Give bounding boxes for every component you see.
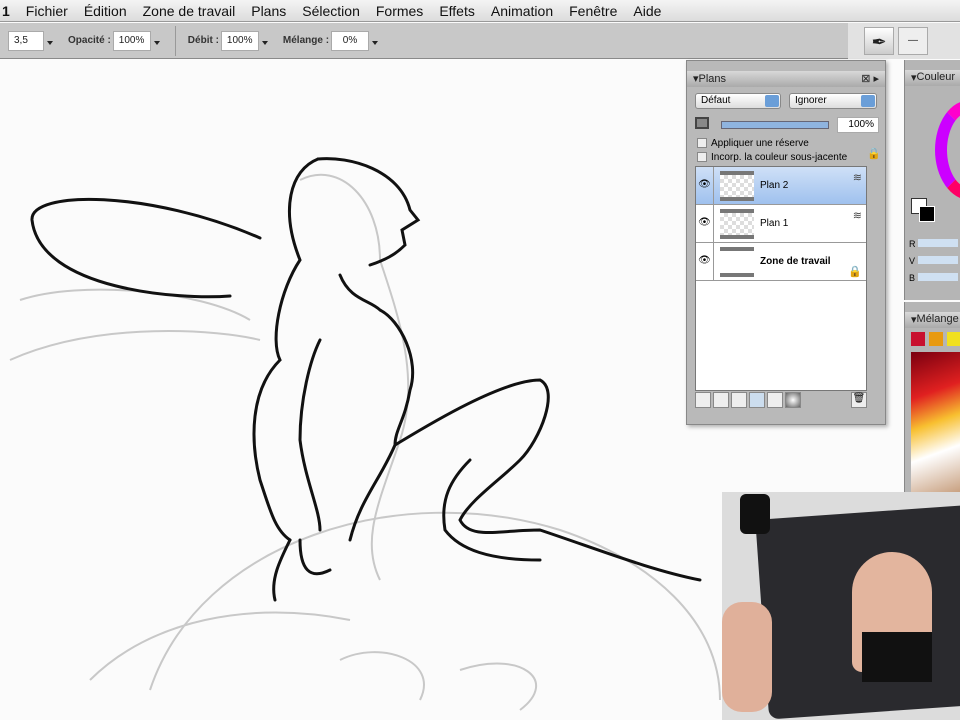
layer-thumbnail <box>720 246 754 277</box>
opacity-field[interactable]: 100% <box>112 30 151 51</box>
color-wheel[interactable] <box>935 100 960 200</box>
mixer-panel: ▾ Mélange <box>904 302 960 492</box>
mixer-swatch-orange[interactable] <box>929 332 943 346</box>
blue-slider[interactable]: B <box>909 270 958 287</box>
size-dropdown[interactable] <box>46 31 54 51</box>
layers-panel-title: ▾Plans <box>693 73 727 85</box>
mix-field[interactable]: 0% <box>331 30 370 51</box>
lock-icon: 🔒 <box>848 266 862 278</box>
menu-plans[interactable]: Plans <box>243 3 294 19</box>
layer-thumbnail <box>720 208 754 239</box>
menu-fichier[interactable]: Fichier <box>18 3 76 19</box>
layer-stack-icon: ≋ <box>852 210 862 222</box>
trash-icon[interactable]: 🗑 <box>851 392 867 408</box>
wrist-brace <box>862 632 932 682</box>
color-panel: ▾ Couleur R V B <box>904 60 960 300</box>
opacity-label: Opacité : <box>68 35 111 46</box>
opacity-dropdown[interactable] <box>153 31 161 51</box>
fairy-lineart <box>30 157 702 602</box>
layers-panel: ▾Plans ⊠ ▸ Défaut Ignorer 100% Appliquer … <box>686 60 886 425</box>
layer-commands-icon[interactable] <box>695 392 711 408</box>
green-slider[interactable]: V <box>909 253 958 270</box>
mixer-panel-header: ▾ Mélange <box>905 312 960 328</box>
panel-menu-icon[interactable]: ⊠ ▸ <box>861 72 879 86</box>
apply-mask-checkbox[interactable]: Appliquer une réserve <box>697 138 809 149</box>
pick-up-color-checkbox[interactable]: Incorp. la couleur sous-jacente <box>697 152 847 163</box>
layer-stack-icon: ≋ <box>852 172 862 184</box>
layer-row-plan-2[interactable]: 👁 Plan 2 ≋ <box>696 167 866 205</box>
mix-label: Mélange : <box>282 35 330 46</box>
menu-selection[interactable]: Sélection <box>294 3 368 19</box>
property-bar: 3,5 Opacité : 100% Débit : 100% Mélange … <box>0 23 960 59</box>
size-field[interactable]: 3,5 <box>8 30 44 51</box>
new-watercolor-layer-icon[interactable] <box>767 392 783 408</box>
composite-depth-select[interactable]: Ignorer <box>789 93 877 109</box>
menu-bar: 1 Fichier Édition Zone de travail Plans … <box>0 0 960 22</box>
create-mask-icon[interactable] <box>785 392 801 408</box>
mixer-pad[interactable] <box>911 352 960 492</box>
eye-icon[interactable]: 👁 <box>696 205 714 242</box>
menu-app[interactable]: 1 <box>0 3 18 19</box>
red-slider[interactable]: R <box>909 236 959 253</box>
layer-name: Plan 2 <box>760 180 789 191</box>
layer-thumbnail <box>720 170 754 201</box>
mixer-swatch-yellow[interactable] <box>947 332 960 346</box>
lock-icon[interactable]: 🔒 <box>867 147 881 160</box>
divider <box>174 25 176 56</box>
menu-animation[interactable]: Animation <box>483 3 561 19</box>
menu-formes[interactable]: Formes <box>368 3 431 19</box>
color-panel-header: ▾ Couleur <box>905 70 960 86</box>
left-hand <box>722 602 772 712</box>
layer-name: Plan 1 <box>760 218 789 229</box>
layer-row-canvas[interactable]: 👁 Zone de travail 🔒 <box>696 243 866 281</box>
sketch-guides <box>9 173 721 711</box>
new-group-icon[interactable] <box>731 392 747 408</box>
pen-tool-icon[interactable]: ✒ <box>864 27 894 55</box>
layer-actions-bar: 🗑 <box>695 392 867 410</box>
menu-aide[interactable]: Aide <box>625 3 669 19</box>
layer-opacity-icon <box>695 117 709 129</box>
mixer-swatch-red[interactable] <box>911 332 925 346</box>
layer-list: 👁 Plan 2 ≋ 👁 Plan 1 ≋ 👁 Zone de travail 🔒 <box>695 166 867 391</box>
flow-label: Débit : <box>187 35 219 46</box>
menu-effets[interactable]: Effets <box>431 3 483 19</box>
layer-name: Zone de travail <box>760 256 831 267</box>
flow-field[interactable]: 100% <box>220 30 259 51</box>
layer-opacity-field[interactable]: 100% <box>837 117 879 133</box>
menu-edition[interactable]: Édition <box>76 3 135 19</box>
layers-panel-header: ▾Plans ⊠ ▸ <box>687 71 885 87</box>
line-style-button[interactable]: — <box>898 27 928 55</box>
dynamic-plugins-icon[interactable] <box>713 392 729 408</box>
ink-bottle <box>740 494 770 534</box>
eye-icon[interactable]: 👁 <box>696 243 714 280</box>
eye-icon[interactable]: 👁 <box>696 167 714 204</box>
menu-fenetre[interactable]: Fenêtre <box>561 3 625 19</box>
new-layer-icon[interactable] <box>749 392 765 408</box>
webcam-inset-tablet <box>722 492 960 720</box>
layer-opacity-slider[interactable] <box>721 121 829 129</box>
mix-dropdown[interactable] <box>371 31 379 51</box>
composite-method-select[interactable]: Défaut <box>695 93 781 109</box>
layer-row-plan-1[interactable]: 👁 Plan 1 ≋ <box>696 205 866 243</box>
secondary-color-swatch[interactable] <box>919 206 935 222</box>
flow-dropdown[interactable] <box>261 31 269 51</box>
menu-zone-de-travail[interactable]: Zone de travail <box>135 3 244 19</box>
